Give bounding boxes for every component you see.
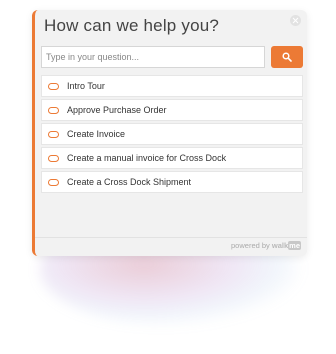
list-item-create-invoice[interactable]: Create Invoice [41,123,303,145]
list-item-intro-tour[interactable]: Intro Tour [41,75,303,97]
search-row [41,46,303,68]
powered-by-link[interactable]: powered by walkme [231,241,301,250]
list-item-manual-invoice-cross-dock[interactable]: Create a manual invoice for Cross Dock [41,147,303,169]
close-icon[interactable] [290,15,301,26]
list-item-label: Intro Tour [67,81,105,91]
brand-me-badge: me [288,241,301,250]
powered-by-text: powered by [231,241,270,250]
speech-bubble-icon [48,178,59,186]
help-topic-list: Intro Tour Approve Purchase Order Create… [41,75,303,195]
widget-footer: powered by walkme [35,237,307,256]
help-widget: How can we help you? Intro Tour Approve … [32,10,307,256]
speech-bubble-icon [48,130,59,138]
brand-walk-text: walk [271,241,289,250]
speech-bubble-icon [48,82,59,90]
search-button[interactable] [271,46,303,68]
speech-bubble-icon [48,106,59,114]
speech-bubble-icon [48,154,59,162]
list-item-approve-purchase-order[interactable]: Approve Purchase Order [41,99,303,121]
list-item-label: Create a manual invoice for Cross Dock [67,153,227,163]
list-item-cross-dock-shipment[interactable]: Create a Cross Dock Shipment [41,171,303,193]
list-item-label: Create Invoice [67,129,126,139]
search-icon [282,52,292,62]
search-input[interactable] [41,46,265,68]
widget-title: How can we help you? [44,16,220,35]
list-item-label: Approve Purchase Order [67,105,167,115]
list-item-label: Create a Cross Dock Shipment [67,177,192,187]
